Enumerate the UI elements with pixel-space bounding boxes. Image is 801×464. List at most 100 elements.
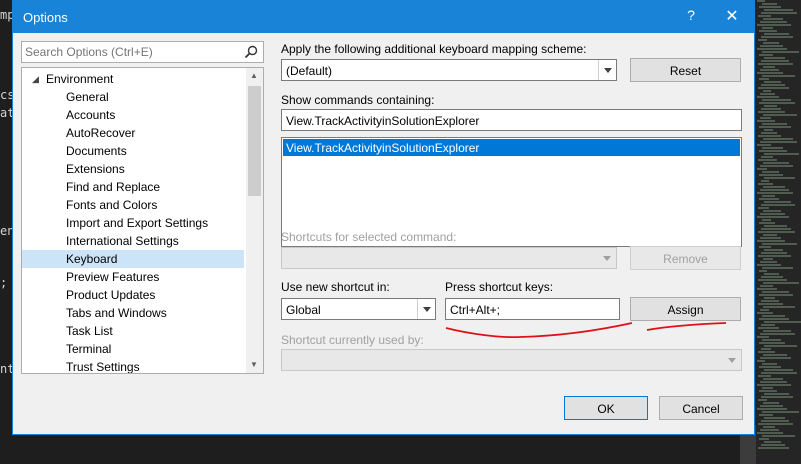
minimap-line <box>759 246 771 248</box>
chevron-down-icon[interactable] <box>723 350 741 370</box>
minimap-line <box>761 180 769 182</box>
mapping-scheme-label: Apply the following additional keyboard … <box>281 42 587 56</box>
minimap-line <box>759 342 785 344</box>
minimap-line <box>764 441 781 443</box>
press-shortcut-keys-input[interactable] <box>450 302 615 318</box>
minimap-line <box>762 171 779 173</box>
show-commands-field[interactable] <box>281 109 742 131</box>
chevron-down-icon[interactable] <box>598 60 616 80</box>
minimap-line <box>760 429 779 431</box>
press-shortcut-keys-label: Press shortcut keys: <box>445 280 554 294</box>
mapping-scheme-select[interactable]: (Default) <box>281 59 617 81</box>
tree-item[interactable]: International Settings <box>22 232 244 250</box>
minimap-line <box>764 105 777 107</box>
options-tree[interactable]: ◢ Environment General Accounts AutoRecover… <box>21 67 264 374</box>
minimap-line <box>757 0 765 2</box>
tree-item[interactable]: Fonts and Colors <box>22 196 244 214</box>
minimap-line <box>764 345 797 347</box>
scroll-down-icon[interactable]: ▼ <box>250 360 258 369</box>
minimap-line <box>757 240 785 242</box>
minimap-line <box>758 303 783 305</box>
use-new-shortcut-select[interactable]: Global <box>281 298 436 320</box>
list-item[interactable]: View.TrackActivityinSolutionExplorer <box>283 139 740 156</box>
minimap-line <box>762 195 775 197</box>
minimap-line <box>760 45 783 47</box>
minimap-line <box>757 96 779 98</box>
mapping-scheme-value: (Default) <box>286 64 333 78</box>
tree-item[interactable]: Find and Replace <box>22 178 244 196</box>
minimap-line <box>763 234 777 236</box>
minimap-line <box>757 384 791 386</box>
ok-button-label: OK <box>597 402 615 416</box>
tree-item[interactable]: General <box>22 88 244 106</box>
shortcuts-for-command-select[interactable] <box>281 247 617 269</box>
editor-minimap[interactable] <box>755 0 801 464</box>
show-commands-input[interactable] <box>286 113 723 129</box>
minimap-line <box>761 252 787 254</box>
close-button[interactable]: ✕ <box>720 6 744 28</box>
tree-item-label: Trust Settings <box>66 360 140 374</box>
minimap-line <box>764 153 799 155</box>
minimap-line <box>762 435 795 437</box>
minimap-line <box>764 417 785 419</box>
minimap-line <box>762 3 777 5</box>
expand-arrow-icon[interactable]: ◢ <box>32 74 39 85</box>
cancel-button[interactable]: Cancel <box>659 396 743 420</box>
tree-item[interactable]: Preview Features <box>22 268 244 286</box>
assign-button[interactable]: Assign <box>630 297 741 321</box>
shortcut-currently-used-select[interactable] <box>281 349 742 371</box>
tree-item[interactable]: Keyboard <box>22 250 244 268</box>
tree-item-label: Accounts <box>66 108 116 122</box>
tree-item-label: Extensions <box>66 162 125 176</box>
shortcut-currently-used-label: Shortcut currently used by: <box>281 333 424 347</box>
tree-item[interactable]: Extensions <box>22 160 244 178</box>
tree-item[interactable]: Terminal <box>22 340 244 358</box>
chevron-down-icon[interactable] <box>417 299 435 319</box>
remove-button[interactable]: Remove <box>630 246 741 270</box>
minimap-line <box>759 78 769 80</box>
minimap-line <box>758 231 795 233</box>
tree-item[interactable]: Product Updates <box>22 286 244 304</box>
tree-item[interactable]: Import and Export Settings <box>22 214 244 232</box>
tree-item-label: International Settings <box>66 234 179 248</box>
tree-item-label: Task List <box>66 324 113 338</box>
minimap-line <box>763 42 779 44</box>
tree-item[interactable]: AutoRecover <box>22 124 244 142</box>
scroll-up-icon[interactable]: ▲ <box>250 71 258 80</box>
tree-item[interactable]: Task List <box>22 322 244 340</box>
tree-node-environment[interactable]: ◢ Environment <box>22 70 250 88</box>
search-options-input[interactable] <box>25 44 235 60</box>
minimap-line <box>758 87 789 89</box>
tree-item[interactable]: Tabs and Windows <box>22 304 244 322</box>
tree-item[interactable]: Accounts <box>22 106 244 124</box>
minimap-line <box>763 426 775 428</box>
tree-item[interactable]: Trust Settings <box>22 358 244 374</box>
tree-item[interactable]: Documents <box>22 142 244 160</box>
minimap-line <box>761 444 785 446</box>
ok-button[interactable]: OK <box>564 396 648 420</box>
help-button[interactable]: ? <box>681 7 701 27</box>
minimap-line <box>763 162 789 164</box>
minimap-line <box>757 408 787 410</box>
shortcuts-for-command-label: Shortcuts for selected command: <box>281 230 457 244</box>
minimap-line <box>758 279 787 281</box>
minimap-line <box>759 30 777 32</box>
search-icon[interactable] <box>243 44 259 60</box>
minimap-line <box>760 141 797 143</box>
tree-scrollbar-thumb[interactable] <box>248 86 261 196</box>
press-shortcut-keys-field[interactable] <box>445 298 620 320</box>
minimap-line <box>762 267 793 269</box>
minimap-line <box>764 297 775 299</box>
minimap-line <box>762 219 771 221</box>
search-options-box[interactable] <box>21 41 264 63</box>
dialog-titlebar[interactable]: Options ? ✕ <box>13 1 754 33</box>
minimap-line <box>764 81 781 83</box>
minimap-line <box>764 249 783 251</box>
tree-item-label: Fonts and Colors <box>66 198 158 212</box>
tree-scrollbar[interactable]: ▲ ▼ <box>246 68 263 373</box>
minimap-line <box>762 51 799 53</box>
reset-button[interactable]: Reset <box>630 58 741 82</box>
minimap-line <box>759 102 795 104</box>
assign-button-label: Assign <box>667 303 704 317</box>
chevron-down-icon[interactable] <box>598 248 616 268</box>
